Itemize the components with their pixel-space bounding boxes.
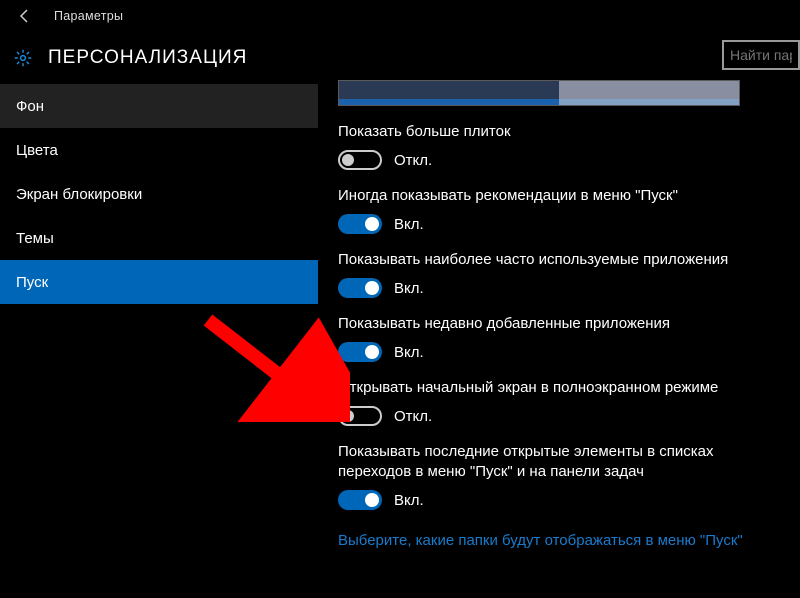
titlebar: Параметры xyxy=(0,0,800,32)
settings-window: Параметры ПЕРСОНАЛИЗАЦИЯ Фон Цвета Экран… xyxy=(0,0,800,598)
setting-label: Показать больше плиток xyxy=(338,122,758,142)
toggle-suggestions[interactable] xyxy=(338,214,382,234)
toggle-state-text: Вкл. xyxy=(394,216,424,233)
sidebar-item-start[interactable]: Пуск xyxy=(0,260,318,304)
toggle-state-text: Вкл. xyxy=(394,344,424,361)
sidebar-item-label: Пуск xyxy=(16,274,48,291)
arrow-left-icon xyxy=(17,8,33,24)
toggle-state-text: Вкл. xyxy=(394,492,424,509)
toggle-state-text: Вкл. xyxy=(394,280,424,297)
setting-more-tiles: Показать больше плиток Откл. xyxy=(338,122,780,170)
window-title: Параметры xyxy=(54,9,123,23)
setting-suggestions: Иногда показывать рекомендации в меню "П… xyxy=(338,186,780,234)
sidebar-item-label: Цвета xyxy=(16,142,58,159)
toggle-state-text: Откл. xyxy=(394,408,432,425)
sidebar-item-themes[interactable]: Темы xyxy=(0,216,318,260)
sidebar-item-label: Экран блокировки xyxy=(16,186,142,203)
setting-label: Показывать недавно добавленные приложени… xyxy=(338,314,758,334)
search-input[interactable] xyxy=(722,40,800,70)
toggle-state-text: Откл. xyxy=(394,152,432,169)
toggle-recently-added[interactable] xyxy=(338,342,382,362)
body: Фон Цвета Экран блокировки Темы Пуск Пок… xyxy=(0,80,800,596)
back-button[interactable] xyxy=(10,1,40,31)
sidebar-item-label: Фон xyxy=(16,98,44,115)
setting-label: Иногда показывать рекомендации в меню "П… xyxy=(338,186,758,206)
sidebar: Фон Цвета Экран блокировки Темы Пуск xyxy=(0,80,318,596)
gear-icon xyxy=(14,49,32,67)
page-header: ПЕРСОНАЛИЗАЦИЯ xyxy=(0,36,800,80)
sidebar-item-colors[interactable]: Цвета xyxy=(0,128,318,172)
setting-label: Показывать последние открытые элементы в… xyxy=(338,442,758,482)
setting-label: Открывать начальный экран в полноэкранно… xyxy=(338,378,758,398)
start-preview-image xyxy=(338,80,740,106)
setting-jump-lists: Показывать последние открытые элементы в… xyxy=(338,442,780,510)
content-pane: Показать больше плиток Откл. Иногда пока… xyxy=(318,80,800,596)
sidebar-item-label: Темы xyxy=(16,230,54,247)
page-title: ПЕРСОНАЛИЗАЦИЯ xyxy=(48,47,247,69)
setting-most-used: Показывать наиболее часто используемые п… xyxy=(338,250,780,298)
sidebar-item-lockscreen[interactable]: Экран блокировки xyxy=(0,172,318,216)
toggle-fullscreen-start[interactable] xyxy=(338,406,382,426)
toggle-more-tiles[interactable] xyxy=(338,150,382,170)
toggle-jump-lists[interactable] xyxy=(338,490,382,510)
toggle-most-used[interactable] xyxy=(338,278,382,298)
setting-fullscreen-start: Открывать начальный экран в полноэкранно… xyxy=(338,378,780,426)
choose-folders-link[interactable]: Выберите, какие папки будут отображаться… xyxy=(338,532,758,549)
setting-recently-added: Показывать недавно добавленные приложени… xyxy=(338,314,780,362)
sidebar-item-background[interactable]: Фон xyxy=(0,84,318,128)
setting-label: Показывать наиболее часто используемые п… xyxy=(338,250,758,270)
